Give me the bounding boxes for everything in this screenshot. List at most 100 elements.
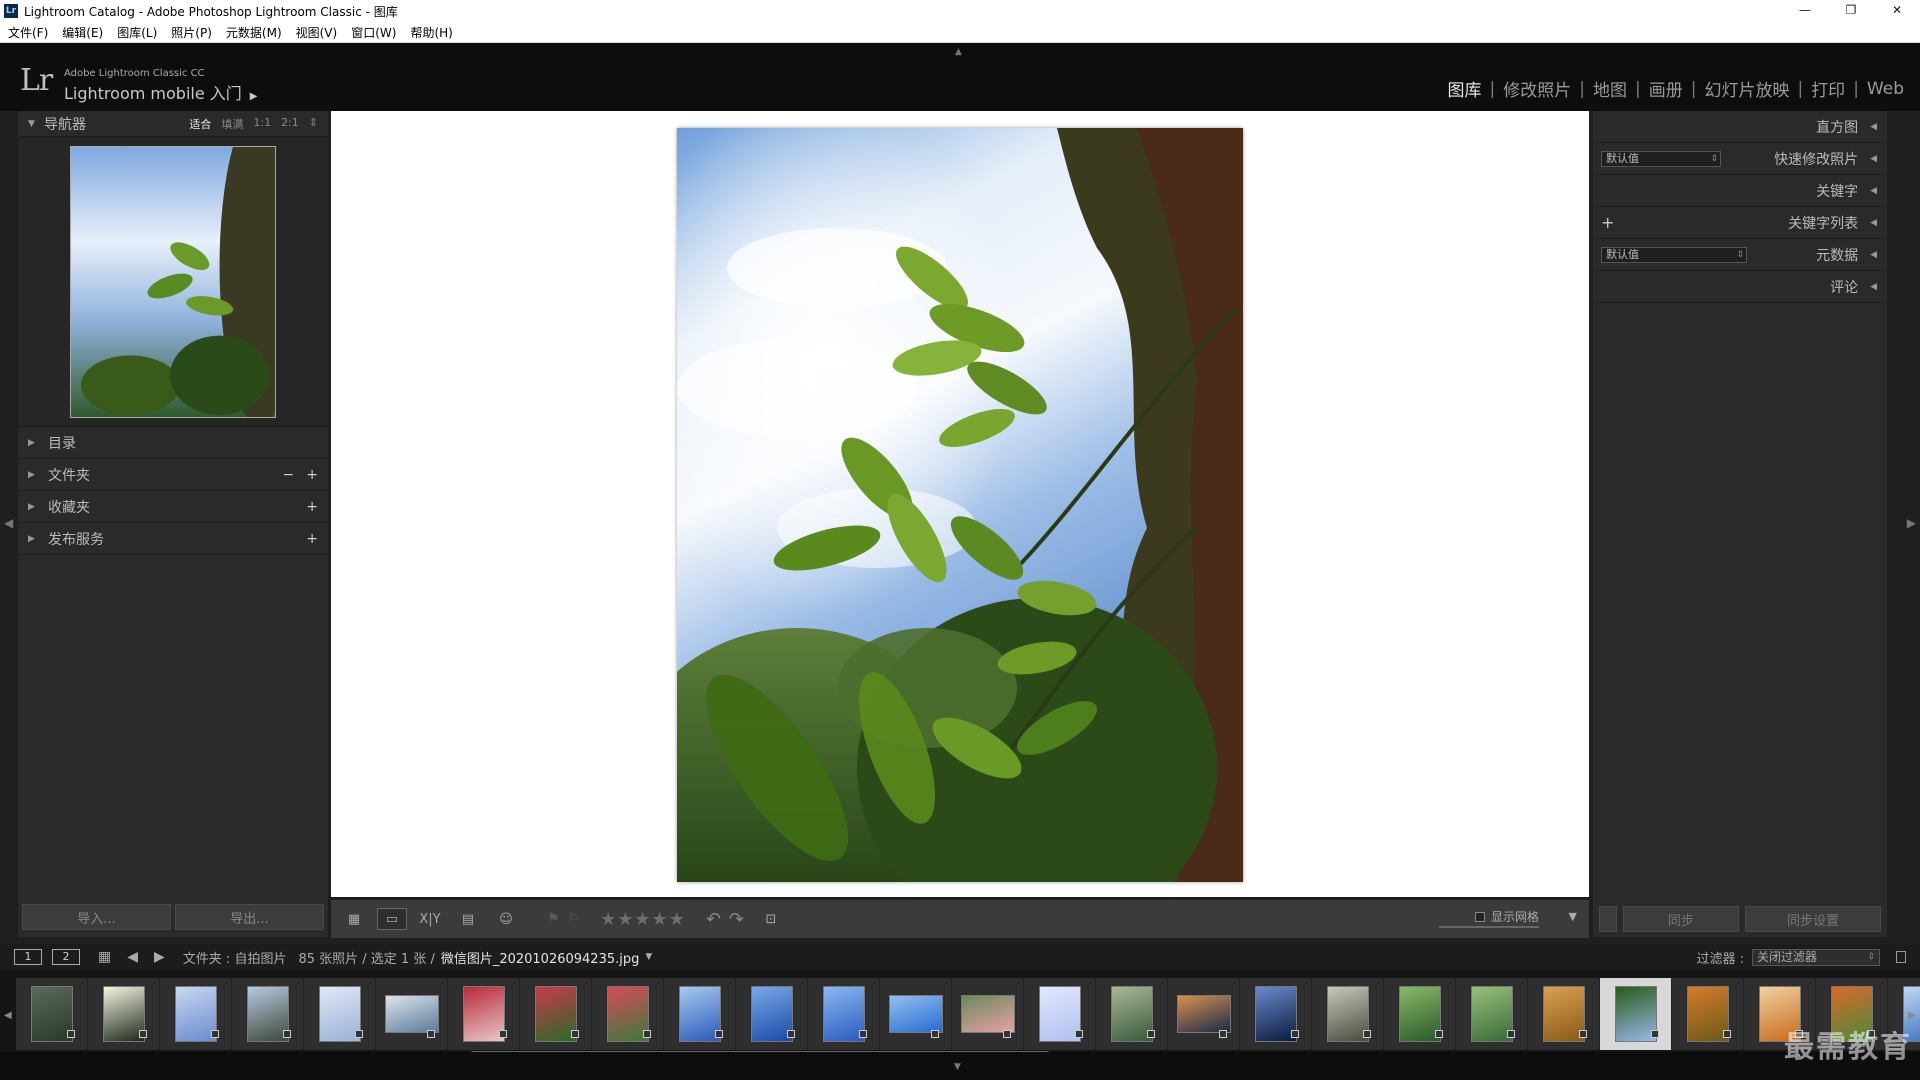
menu-file[interactable]: 文件(F) <box>8 24 48 41</box>
filmstrip-scroll-left-icon[interactable]: ◀ <box>4 1010 12 1021</box>
add-folder-button[interactable]: + <box>306 467 318 483</box>
menu-metadata[interactable]: 元数据(M) <box>226 24 282 41</box>
remove-folder-button[interactable]: − <box>283 467 295 483</box>
publish-services-panel-header[interactable]: ▶ 发布服务 + <box>18 523 328 555</box>
filmstrip-thumbnail[interactable] <box>1024 978 1096 1050</box>
filmstrip-thumbnail[interactable] <box>1096 978 1168 1050</box>
menu-view[interactable]: 视图(V) <box>296 24 338 41</box>
crop-overlay-icon[interactable]: ⊡ <box>756 908 786 930</box>
filmstrip-thumbnail[interactable] <box>376 978 448 1050</box>
filmstrip-thumbnail[interactable] <box>16 978 88 1050</box>
filmstrip-thumbnail[interactable] <box>1168 978 1240 1050</box>
filmstrip-thumbnail[interactable] <box>1528 978 1600 1050</box>
sync-button[interactable]: 同步 <box>1622 906 1740 932</box>
module-slideshow[interactable]: 幻灯片放映 <box>1696 76 1797 101</box>
menu-help[interactable]: 帮助(H) <box>410 24 452 41</box>
close-button[interactable]: ✕ <box>1874 0 1920 22</box>
zoom-2-1[interactable]: 2:1 <box>281 116 299 132</box>
loupe-view[interactable] <box>331 111 1589 897</box>
filmstrip-thumbnail[interactable] <box>1672 978 1744 1050</box>
collections-panel-header[interactable]: ▶ 收藏夹 + <box>18 491 328 523</box>
zoom-fit[interactable]: 适合 <box>189 116 211 132</box>
flag-reject-icon[interactable]: ⚐ <box>568 911 581 927</box>
filmstrip-thumbnail[interactable] <box>304 978 376 1050</box>
zoom-fill[interactable]: 填满 <box>221 116 243 132</box>
loupe-view-icon[interactable]: ▭ <box>377 908 407 930</box>
keyword-list-panel-header[interactable]: + 关键字列表 ◀ <box>1593 207 1887 239</box>
sync-settings-button[interactable]: 同步设置 <box>1745 906 1881 932</box>
rotate-right-icon[interactable]: ↷ <box>729 909 744 930</box>
navigator-preview[interactable] <box>18 137 328 427</box>
menu-edit[interactable]: 编辑(E) <box>62 24 103 41</box>
minimize-button[interactable]: — <box>1782 0 1828 22</box>
keywording-panel-header[interactable]: 关键字 ◀ <box>1593 175 1887 207</box>
main-photo[interactable] <box>677 128 1243 882</box>
grid-view-icon[interactable]: ▦ <box>98 949 111 965</box>
people-view-icon[interactable]: ☺ <box>491 908 521 930</box>
filmstrip-scroll-right-icon[interactable]: ▶ <box>1908 1010 1916 1021</box>
star-rating[interactable]: ★★★★★ <box>600 909 686 930</box>
toolbar-options-dropdown-icon[interactable]: ▼ <box>1569 910 1577 923</box>
filmstrip-thumbnail[interactable] <box>160 978 232 1050</box>
menu-photo[interactable]: 照片(P) <box>171 24 212 41</box>
filmstrip-thumbnail[interactable] <box>808 978 880 1050</box>
filmstrip-thumbnail[interactable] <box>952 978 1024 1050</box>
flag-pick-icon[interactable]: ⚑ <box>547 911 560 927</box>
collapse-left-panel-icon[interactable]: ◀ <box>4 516 13 530</box>
mobile-get-started[interactable]: Lightroom mobile 入门 ▶ <box>64 80 257 104</box>
main-window-button[interactable]: 1 <box>14 949 42 965</box>
histogram-panel-header[interactable]: 直方图 ◀ <box>1593 111 1887 143</box>
module-web[interactable]: Web <box>1859 79 1912 99</box>
rotate-left-icon[interactable]: ↶ <box>706 909 721 930</box>
selected-filename[interactable]: 微信图片_20201026094235.jpg <box>441 948 640 967</box>
collapse-right-panel-icon[interactable]: ▶ <box>1907 516 1916 530</box>
collapse-bottom-panel-icon[interactable]: ▼ <box>954 1062 961 1072</box>
filter-select[interactable]: 关闭过滤器 <box>1752 949 1880 966</box>
filename-dropdown-icon[interactable]: ▼ <box>645 952 652 962</box>
filmstrip-thumbnail[interactable] <box>520 978 592 1050</box>
auto-sync-toggle[interactable] <box>1599 906 1617 932</box>
survey-view-icon[interactable]: ▤ <box>453 908 483 930</box>
metadata-panel-header[interactable]: 默认值 元数据 ◀ <box>1593 239 1887 271</box>
maximize-button[interactable]: ❐ <box>1828 0 1874 22</box>
menu-window[interactable]: 窗口(W) <box>351 24 396 41</box>
filmstrip-thumbnail[interactable] <box>1600 978 1672 1050</box>
zoom-1-1[interactable]: 1:1 <box>253 116 271 132</box>
module-print[interactable]: 打印 <box>1803 76 1853 101</box>
show-grid-checkbox[interactable] <box>1474 911 1485 922</box>
grid-size-slider[interactable] <box>1439 926 1539 928</box>
import-button[interactable]: 导入... <box>22 904 171 930</box>
zoom-more-icon[interactable]: ⇕ <box>309 116 318 132</box>
export-button[interactable]: 导出... <box>175 904 324 930</box>
navigator-header[interactable]: ▼ 导航器 适合 填满 1:1 2:1 ⇕ <box>18 111 328 137</box>
filmstrip-thumbnail[interactable] <box>1312 978 1384 1050</box>
add-collection-button[interactable]: + <box>306 499 318 515</box>
filmstrip-thumbnail[interactable] <box>664 978 736 1050</box>
filmstrip-thumbnail[interactable] <box>736 978 808 1050</box>
quick-develop-panel-header[interactable]: 默认值 快速修改照片 ◀ <box>1593 143 1887 175</box>
filmstrip-thumbnail[interactable] <box>1384 978 1456 1050</box>
filmstrip-thumbnail[interactable] <box>88 978 160 1050</box>
add-publish-service-button[interactable]: + <box>306 531 318 547</box>
folders-panel-header[interactable]: ▶ 文件夹 − + <box>18 459 328 491</box>
quick-develop-preset-select[interactable]: 默认值 <box>1601 150 1721 167</box>
menu-library[interactable]: 图库(L) <box>117 24 157 41</box>
filmstrip-thumbnail[interactable] <box>592 978 664 1050</box>
back-arrow-icon[interactable]: ◀ <box>127 949 138 965</box>
secondary-window-button[interactable]: 2 <box>52 949 80 965</box>
compare-view-icon[interactable]: X|Y <box>415 908 445 930</box>
catalog-panel-header[interactable]: ▶ 目录 <box>18 427 328 459</box>
module-develop[interactable]: 修改照片 <box>1495 76 1579 101</box>
forward-arrow-icon[interactable]: ▶ <box>154 949 165 965</box>
filmstrip-thumbnail[interactable] <box>880 978 952 1050</box>
metadata-preset-select[interactable]: 默认值 <box>1601 246 1747 263</box>
navigator-thumbnail[interactable] <box>70 145 276 418</box>
filmstrip-thumbnail[interactable] <box>1240 978 1312 1050</box>
filter-lock-icon[interactable] <box>1896 951 1906 963</box>
module-book[interactable]: 画册 <box>1641 76 1691 101</box>
grid-view-icon[interactable]: ▦ <box>339 908 369 930</box>
module-map[interactable]: 地图 <box>1585 76 1635 101</box>
source-path[interactable]: 文件夹 : 自拍图片 <box>183 948 287 967</box>
filmstrip-thumbnail[interactable] <box>448 978 520 1050</box>
filmstrip-thumbnail[interactable] <box>232 978 304 1050</box>
